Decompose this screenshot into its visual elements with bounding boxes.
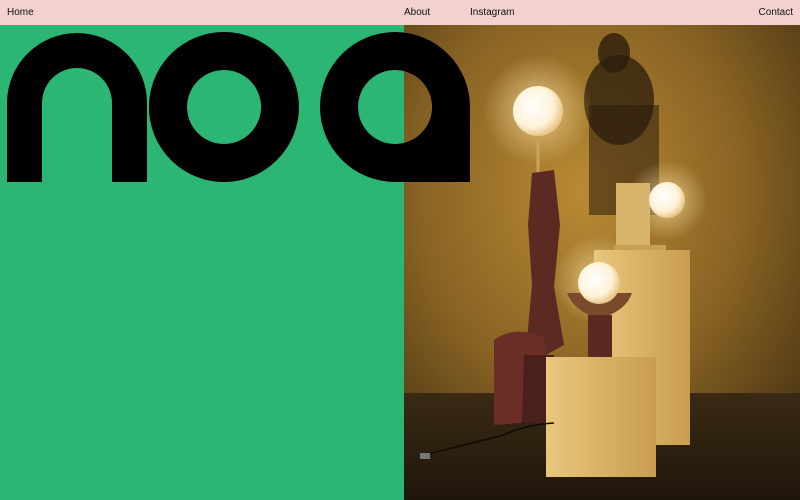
top-navigation-bar: Home About Instagram Contact <box>0 0 800 25</box>
nav-link-about[interactable]: About <box>404 6 430 19</box>
noa-logo: noa <box>7 32 470 182</box>
nav-link-home[interactable]: Home <box>7 6 34 19</box>
nav-link-instagram[interactable]: Instagram <box>470 6 514 19</box>
nav-link-contact[interactable]: Contact <box>759 6 793 19</box>
